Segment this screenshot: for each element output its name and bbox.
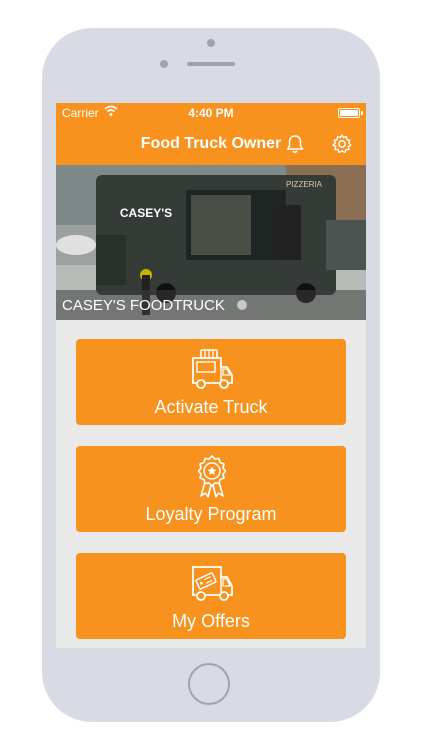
phone-camera	[207, 39, 215, 47]
my-offers-button[interactable]: My Offers	[76, 553, 346, 639]
page-indicator-dot[interactable]	[237, 300, 247, 310]
nav-bar: Food Truck Owner	[56, 123, 366, 165]
activate-truck-button[interactable]: Activate Truck	[76, 339, 346, 425]
loyalty-program-button[interactable]: Loyalty Program	[76, 446, 346, 532]
home-button[interactable]	[188, 663, 230, 705]
status-time: 4:40 PM	[188, 106, 234, 120]
truck-icon	[192, 349, 233, 389]
truck-name: CASEY'S FOODTRUCK	[62, 297, 225, 314]
status-bar: Carrier 4:40 PM	[56, 103, 366, 123]
phone-speaker	[187, 62, 235, 66]
battery-tip	[361, 111, 363, 115]
activate-truck-label: Activate Truck	[154, 397, 268, 417]
bell-icon[interactable]	[284, 133, 306, 155]
truck-sign-text: CASEY'S	[120, 206, 172, 220]
phone-sensor	[160, 60, 168, 68]
page-title: Food Truck Owner	[140, 135, 282, 152]
gear-icon[interactable]	[331, 133, 353, 155]
battery-icon	[338, 108, 360, 118]
award-ribbon-icon	[197, 455, 227, 498]
my-offers-label: My Offers	[172, 611, 250, 631]
truck-photo: CASEY'S PIZZERIA CASEY'S FOODTRUCK	[56, 165, 366, 320]
truck-caption: CASEY'S FOODTRUCK	[56, 290, 366, 320]
truck-sign-text-small: PIZZERIA	[286, 180, 323, 189]
app-screen: Carrier 4:40 PM Food Truck Owner CASEY'S…	[56, 103, 366, 648]
loyalty-program-label: Loyalty Program	[145, 504, 277, 524]
offer-truck-icon	[192, 566, 233, 601]
